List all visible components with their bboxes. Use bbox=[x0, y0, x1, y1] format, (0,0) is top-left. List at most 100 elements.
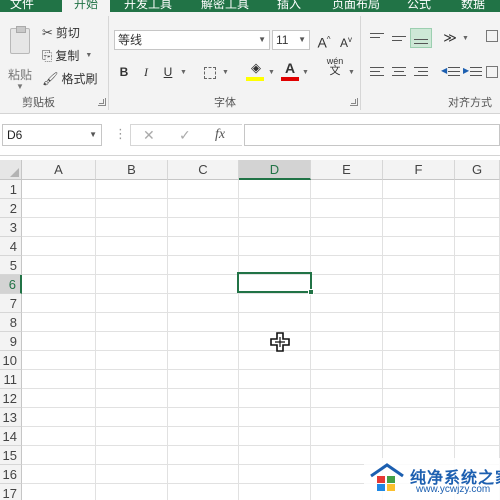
tab-insert[interactable]: 插入 bbox=[272, 0, 306, 12]
tab-file[interactable]: 文件 bbox=[0, 0, 44, 12]
increase-indent-button[interactable]: ▶ bbox=[462, 62, 484, 82]
underline-button[interactable]: U bbox=[158, 62, 178, 82]
row-header-6[interactable]: 6 bbox=[0, 275, 22, 294]
row-header-11[interactable]: 11 bbox=[0, 370, 22, 389]
clipboard-group-label: 剪贴板 bbox=[22, 97, 55, 109]
chevron-down-icon: ▼ bbox=[298, 35, 306, 44]
grow-font-icon: A bbox=[317, 34, 327, 51]
dialog-launcher-icon[interactable] bbox=[98, 98, 106, 106]
italic-button[interactable]: I bbox=[136, 62, 156, 82]
row-header-2[interactable]: 2 bbox=[0, 199, 22, 218]
tab-page-layout[interactable]: 页面布局 bbox=[326, 0, 386, 12]
column-header-b[interactable]: B bbox=[96, 160, 168, 180]
fill-handle[interactable] bbox=[308, 289, 314, 295]
align-middle-button[interactable] bbox=[388, 28, 410, 48]
row-header-14[interactable]: 14 bbox=[0, 427, 22, 446]
font-group-label: 字体 bbox=[214, 97, 236, 109]
orientation-button[interactable]: ≫ bbox=[440, 28, 460, 48]
row-header-15[interactable]: 15 bbox=[0, 446, 22, 465]
shrink-font-button[interactable]: Av bbox=[336, 30, 356, 50]
chevron-down-icon: ▼ bbox=[268, 69, 275, 76]
watermark-url: www.ycwjzy.com bbox=[416, 484, 491, 495]
arrow-left-icon: ◀ bbox=[441, 66, 448, 75]
align-right-button[interactable] bbox=[410, 62, 432, 82]
column-header-e[interactable]: E bbox=[311, 160, 383, 180]
row-header-13[interactable]: 13 bbox=[0, 408, 22, 427]
confirm-icon[interactable]: ✓ bbox=[179, 127, 191, 144]
select-all-button[interactable] bbox=[0, 160, 22, 180]
gridline-horizontal bbox=[22, 331, 500, 332]
grow-font-button[interactable]: A^ bbox=[314, 30, 334, 51]
align-bottom-button[interactable] bbox=[410, 28, 432, 48]
active-cell-d6[interactable] bbox=[237, 272, 312, 293]
more-icon[interactable]: ⋮ bbox=[114, 126, 127, 142]
wrap-text-button[interactable] bbox=[482, 28, 500, 48]
wrap-text-icon bbox=[486, 30, 498, 42]
font-size-select[interactable]: 11 ▼ bbox=[272, 30, 310, 50]
formula-bar: D6 ▼ ⋮ ✕ ✓ fx bbox=[0, 114, 500, 156]
cut-label: 剪切 bbox=[55, 26, 80, 40]
format-painter-label: 格式刷 bbox=[61, 72, 98, 86]
row-header-17[interactable]: 17 bbox=[0, 484, 22, 500]
orientation-icon: ≫ bbox=[443, 30, 457, 45]
tab-formulas[interactable]: 公式 bbox=[402, 0, 436, 12]
gridline-horizontal bbox=[22, 217, 500, 218]
column-header-c[interactable]: C bbox=[168, 160, 239, 180]
worksheet-grid[interactable]: ABCDEFG 1 2 3 4 5 6 7 8 9 10 11 12 13 14 15 16 17 bbox=[0, 160, 500, 500]
cancel-icon[interactable]: ✕ bbox=[143, 127, 155, 144]
column-header-f[interactable]: F bbox=[383, 160, 455, 180]
scissors-icon: ✂ bbox=[42, 24, 53, 40]
insert-function-icon[interactable]: fx bbox=[215, 127, 225, 143]
crosshair-cursor-icon bbox=[270, 332, 290, 352]
align-top-button[interactable] bbox=[366, 28, 388, 48]
font-color-button[interactable]: A bbox=[280, 58, 300, 78]
watermark: 纯净系统之家 www.ycwjzy.com bbox=[364, 458, 500, 500]
row-header-16[interactable]: 16 bbox=[0, 465, 22, 484]
gridline-horizontal bbox=[22, 350, 500, 351]
cut-button[interactable]: ✂ 剪切 bbox=[42, 24, 80, 41]
tab-developer[interactable]: 开发工具 bbox=[118, 0, 178, 12]
column-header-a[interactable]: A bbox=[22, 160, 96, 180]
format-painter-button[interactable]: 🖌 格式刷 bbox=[42, 70, 98, 87]
name-box[interactable]: D6 ▼ bbox=[2, 124, 102, 146]
bold-button[interactable]: B bbox=[114, 62, 134, 82]
clipboard-icon bbox=[10, 26, 30, 54]
row-header-3[interactable]: 3 bbox=[0, 218, 22, 237]
formula-input[interactable] bbox=[244, 124, 500, 146]
phonetic-button[interactable]: wén 文 bbox=[322, 56, 348, 77]
merge-center-button[interactable] bbox=[484, 62, 500, 82]
chevron-down-icon: ▼ bbox=[180, 69, 187, 76]
font-color-icon: A bbox=[284, 60, 296, 76]
gridline-horizontal bbox=[22, 255, 500, 256]
dialog-launcher-icon[interactable] bbox=[350, 98, 358, 106]
row-header-8[interactable]: 8 bbox=[0, 313, 22, 332]
tab-home[interactable]: 开始 bbox=[62, 0, 110, 12]
tab-data[interactable]: 数据 bbox=[456, 0, 490, 12]
chevron-down-icon: ▼ bbox=[348, 69, 355, 76]
borders-button[interactable] bbox=[200, 62, 220, 82]
column-header-d[interactable]: D bbox=[239, 160, 311, 180]
row-header-12[interactable]: 12 bbox=[0, 389, 22, 408]
gridline-horizontal bbox=[22, 407, 500, 408]
paste-button[interactable]: 粘贴 ▼ bbox=[4, 26, 34, 91]
row-header-10[interactable]: 10 bbox=[0, 351, 22, 370]
gridline-horizontal bbox=[22, 369, 500, 370]
row-header-5[interactable]: 5 bbox=[0, 256, 22, 275]
gridline-vertical bbox=[167, 180, 168, 500]
font-color-swatch bbox=[281, 77, 299, 81]
row-header-1[interactable]: 1 bbox=[0, 180, 22, 199]
font-name-select[interactable]: 等线 ▼ bbox=[114, 30, 270, 50]
column-header-g[interactable]: G bbox=[455, 160, 500, 180]
row-header-4[interactable]: 4 bbox=[0, 237, 22, 256]
row-header-7[interactable]: 7 bbox=[0, 294, 22, 313]
align-left-button[interactable] bbox=[366, 62, 388, 82]
chevron-down-icon: ▼ bbox=[16, 82, 24, 91]
align-center-button[interactable] bbox=[388, 62, 410, 82]
fill-color-button[interactable]: ◈ bbox=[246, 58, 266, 78]
gridline-horizontal bbox=[22, 426, 500, 427]
row-header-9[interactable]: 9 bbox=[0, 332, 22, 351]
decrease-indent-button[interactable]: ◀ bbox=[440, 62, 462, 82]
gridline-horizontal bbox=[22, 312, 500, 313]
copy-button[interactable]: ⎘ 复制 ▼ bbox=[42, 47, 92, 64]
tab-decrypt[interactable]: 解密工具 bbox=[195, 0, 255, 12]
